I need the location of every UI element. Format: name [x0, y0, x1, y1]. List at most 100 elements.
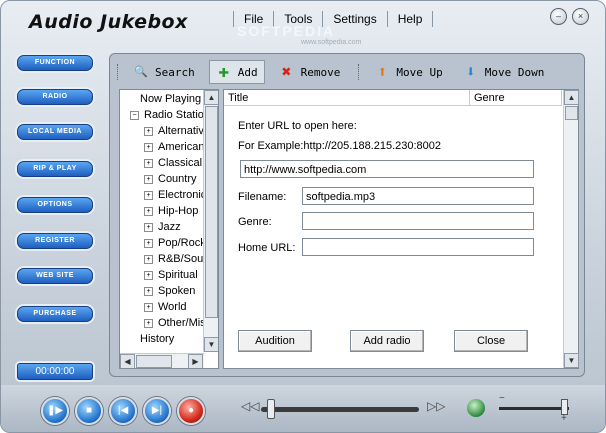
add-radio-dialog: Enter URL to open here: For Example:http…: [230, 108, 558, 362]
column-header-genre[interactable]: Genre: [470, 90, 562, 106]
tree-item-genre[interactable]: + Classical: [144, 156, 202, 170]
tree-item-now-playing[interactable]: Now Playing: [140, 92, 201, 106]
tree-item-genre[interactable]: + Electronic: [144, 188, 206, 202]
app-title: Audio Jukebox: [29, 11, 188, 33]
tree-label: Spoken: [158, 285, 196, 297]
scroll-right-icon[interactable]: ▶: [188, 354, 203, 368]
dialog-close-button[interactable]: Close: [454, 330, 528, 352]
tree-item-genre[interactable]: + World: [144, 300, 187, 314]
title-bar: Audio Jukebox File Tools Settings Help S…: [1, 1, 605, 46]
tree-item-genre[interactable]: + Spoken: [144, 284, 195, 298]
toolbar-separator: [358, 64, 362, 80]
expand-icon[interactable]: +: [144, 270, 153, 280]
sidebar-local-media-button[interactable]: LOCAL MEDIA: [17, 124, 93, 140]
filename-input[interactable]: softpedia.mp3: [302, 187, 534, 205]
tree-item-genre[interactable]: + Alternative: [144, 124, 210, 138]
genre-input[interactable]: [302, 212, 534, 230]
minimize-button[interactable]: –: [550, 8, 567, 25]
tree-label: Spiritual: [158, 269, 198, 281]
toolbar-grip: [117, 64, 121, 80]
tree-item-genre[interactable]: + Jazz: [144, 220, 181, 234]
tree-item-genre[interactable]: + Hip-Hop: [144, 204, 198, 218]
arrow-down-icon: ⬇: [465, 62, 476, 81]
tree-vertical-scrollbar[interactable]: ▲ ▼: [203, 90, 218, 352]
scroll-up-icon[interactable]: ▲: [564, 90, 579, 105]
homeurl-input[interactable]: [302, 238, 534, 256]
add-button[interactable]: ✚ Add: [208, 60, 265, 84]
expand-icon[interactable]: +: [144, 190, 153, 200]
remove-button[interactable]: ✖ Remove: [273, 61, 347, 83]
tree-item-genre[interactable]: + Other/Misc: [144, 316, 211, 330]
volume-minus-icon: −: [499, 393, 505, 404]
tree-horizontal-scrollbar[interactable]: ◀ ▶: [120, 353, 204, 368]
sidebar-radio-button[interactable]: RADIO: [17, 89, 93, 105]
audition-button[interactable]: Audition: [238, 330, 312, 352]
scroll-thumb[interactable]: [136, 355, 172, 368]
tree-label: Pop/Rock: [158, 237, 206, 249]
sidebar-rip-play-button[interactable]: RIP & PLAY: [17, 161, 93, 177]
watermark-url: www.softpedia.com: [301, 39, 362, 46]
tree-item-genre[interactable]: + Country: [144, 172, 197, 186]
expand-icon[interactable]: +: [144, 206, 153, 216]
stop-icon[interactable]: ■: [75, 397, 103, 425]
scroll-up-icon[interactable]: ▲: [204, 90, 218, 105]
tree-item-genre[interactable]: + American: [144, 140, 204, 154]
next-track-icon[interactable]: ▶|: [143, 397, 171, 425]
volume-plus-icon: +: [561, 413, 567, 424]
url-input[interactable]: http://www.softpedia.com: [240, 160, 534, 178]
globe-icon[interactable]: [467, 399, 485, 417]
column-header-title[interactable]: Title: [224, 90, 470, 106]
close-button[interactable]: ×: [572, 8, 589, 25]
seek-forward-icon[interactable]: ▷▷: [427, 399, 445, 413]
sidebar-register-button[interactable]: REGISTER: [17, 233, 93, 249]
scroll-down-icon[interactable]: ▼: [564, 353, 579, 368]
arrow-up-icon: ⬆: [377, 62, 388, 81]
tree-label: Jazz: [158, 221, 181, 233]
expand-icon[interactable]: +: [144, 286, 153, 296]
scroll-thumb[interactable]: [565, 106, 578, 120]
menu-help[interactable]: Help: [386, 11, 434, 27]
expand-icon[interactable]: +: [144, 318, 153, 328]
scroll-down-icon[interactable]: ▼: [204, 337, 218, 352]
expand-icon[interactable]: +: [144, 158, 153, 168]
move-down-button[interactable]: ⬇ Move Down: [457, 61, 551, 83]
sidebar-function-button[interactable]: FUNCTION: [17, 55, 93, 71]
seek-slider-track[interactable]: [261, 407, 419, 412]
collapse-icon[interactable]: −: [130, 110, 139, 120]
seek-slider-handle[interactable]: [267, 399, 275, 419]
tree-item-genre[interactable]: + Pop/Rock: [144, 236, 206, 250]
tree-label: World: [158, 301, 187, 313]
record-icon[interactable]: ●: [177, 397, 205, 425]
volume-slider-track[interactable]: [499, 407, 569, 410]
list-vertical-scrollbar[interactable]: ▲ ▼: [563, 90, 579, 368]
move-up-button[interactable]: ⬆ Move Up: [368, 61, 448, 83]
filename-label: Filename:: [238, 191, 287, 203]
expand-icon[interactable]: +: [144, 254, 153, 264]
expand-icon[interactable]: +: [144, 222, 153, 232]
sidebar-website-button[interactable]: WEB SITE: [17, 268, 93, 284]
add-label: Add: [237, 65, 258, 79]
scroll-thumb[interactable]: [205, 106, 218, 318]
expand-icon[interactable]: +: [144, 302, 153, 312]
tree-label: Electronic: [158, 189, 207, 201]
add-radio-button[interactable]: Add radio: [350, 330, 424, 352]
genre-label: Genre:: [238, 216, 272, 228]
tree-item-history[interactable]: History: [140, 332, 174, 346]
previous-track-icon[interactable]: |◀: [109, 397, 137, 425]
expand-icon[interactable]: +: [144, 126, 153, 136]
tree-item-genre[interactable]: + R&B/Soul: [144, 252, 206, 266]
station-list: Title Genre ▲ ▼ Enter URL to open here: …: [223, 89, 579, 369]
homeurl-label: Home URL:: [238, 242, 296, 254]
remove-label: Remove: [300, 65, 341, 79]
play-pause-icon[interactable]: ❚▶: [41, 397, 69, 425]
expand-icon[interactable]: +: [144, 238, 153, 248]
seek-back-icon[interactable]: ◁◁: [241, 399, 259, 413]
expand-icon[interactable]: +: [144, 142, 153, 152]
expand-icon[interactable]: +: [144, 174, 153, 184]
sidebar-options-button[interactable]: OPTIONS: [17, 197, 93, 213]
tree-item-genre[interactable]: + Spiritual: [144, 268, 198, 282]
plus-icon: ✚: [218, 61, 230, 82]
search-button[interactable]: 🔍 Search: [127, 61, 201, 83]
scroll-left-icon[interactable]: ◀: [120, 354, 135, 368]
sidebar-purchase-button[interactable]: PURCHASE: [17, 306, 93, 322]
